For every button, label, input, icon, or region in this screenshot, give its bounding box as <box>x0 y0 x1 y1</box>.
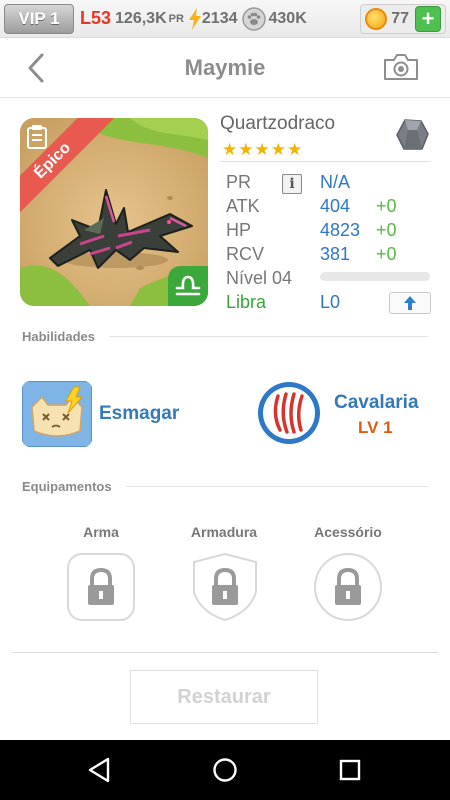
stat-label: HP <box>226 220 252 240</box>
monster-details-screen: VIP 1 L53 126,3K PR 2134 430K 77 + Maymi… <box>0 0 450 800</box>
level-label: Nível 04 <box>226 268 293 288</box>
player-level: L53 <box>80 8 112 28</box>
buy-coins-button[interactable]: + <box>415 5 441 32</box>
page-title: Maymie <box>184 54 266 80</box>
info-icon[interactable]: i <box>282 174 302 194</box>
leader-skill-name[interactable]: Cavalaria <box>334 392 419 414</box>
smash-skill-icon <box>22 381 92 447</box>
stat-bonus: +0 <box>376 196 397 216</box>
camera-icon[interactable] <box>382 52 420 82</box>
weapon-slot-label: Arma <box>83 524 119 540</box>
energy-value: 2134 <box>201 9 238 27</box>
up-arrow-icon <box>404 296 416 310</box>
system-navigation-bar <box>0 740 450 800</box>
coin-counter[interactable]: 77 + <box>360 3 446 34</box>
back-arrow-icon[interactable] <box>22 52 52 84</box>
accessory-slot-locked[interactable] <box>313 552 383 622</box>
stat-row-rcv: RCV 381 +0 <box>226 244 431 266</box>
stat-bonus: +0 <box>376 244 397 264</box>
bottom-divider <box>12 652 438 653</box>
skills-section-title: Habilidades <box>22 328 95 344</box>
lightning-icon <box>188 7 201 30</box>
stat-label: RCV <box>226 244 265 264</box>
info-divider <box>220 161 431 162</box>
libra-zodiac-icon <box>168 266 208 306</box>
stat-row-pr: PR i N/A <box>226 172 431 194</box>
armor-slot-label: Armadura <box>190 524 258 540</box>
top-header: Maymie <box>0 38 450 98</box>
home-circle-icon[interactable] <box>211 756 239 784</box>
upgrade-button[interactable] <box>389 292 431 314</box>
restore-button[interactable]: Restaurar <box>130 670 318 724</box>
power-rating-value: 126,3K <box>115 9 167 27</box>
resource-bar: VIP 1 L53 126,3K PR 2134 430K 77 + <box>0 0 450 38</box>
coin-value: 77 <box>391 9 409 27</box>
stat-label: PR <box>226 172 252 192</box>
stat-label: ATK <box>226 196 260 216</box>
active-skill-icon[interactable] <box>22 381 92 447</box>
leader-skill-level: LV 1 <box>358 418 393 437</box>
food-value: 430K <box>268 9 307 27</box>
stat-row-atk: ATK 404 +0 <box>226 196 431 218</box>
recent-apps-square-icon[interactable] <box>336 756 364 784</box>
star-rating: ★★★★★ <box>222 140 304 159</box>
food-counter[interactable]: 430K <box>241 6 307 31</box>
equipment-section-title: Equipamentos <box>22 478 112 494</box>
vip-button[interactable]: VIP 1 <box>4 3 74 34</box>
equipment-section-header: Equipamentos <box>22 478 428 494</box>
skills-section-header: Habilidades <box>22 328 428 344</box>
stat-value: 4823 <box>320 220 361 240</box>
zodiac-label: Libra <box>226 292 267 312</box>
back-triangle-icon[interactable] <box>86 756 114 784</box>
claw-leader-skill-icon[interactable] <box>256 380 322 446</box>
stat-value: N/A <box>320 172 351 192</box>
power-rating: 126,3K PR <box>115 10 184 28</box>
weapon-slot-locked[interactable] <box>66 552 136 622</box>
monster-portrait[interactable]: Épico <box>20 118 208 306</box>
energy-counter[interactable]: 2134 <box>188 7 238 30</box>
stat-value: 381 <box>320 244 351 264</box>
accessory-slot-label: Acessório <box>314 524 382 540</box>
notes-icon[interactable] <box>27 125 49 149</box>
stat-bonus: +0 <box>376 220 397 240</box>
armor-slot-locked[interactable] <box>190 552 260 622</box>
zodiac-row: Libra L0 <box>226 292 431 314</box>
stat-row-hp: HP 4823 +0 <box>226 220 431 242</box>
monster-info-panel: Quartzodraco ★★★★★ PR i N/A ATK 404 +0 H… <box>220 113 435 314</box>
league-value: L0 <box>320 292 341 312</box>
level-row: Nível 04 <box>226 268 431 290</box>
active-skill-name[interactable]: Esmagar <box>99 403 179 425</box>
coin-icon <box>365 7 388 30</box>
stat-value: 404 <box>320 196 351 216</box>
element-gem-icon <box>396 119 429 150</box>
power-rating-label: PR <box>168 12 184 25</box>
paw-icon <box>241 6 266 31</box>
xp-progress-bar <box>320 272 430 281</box>
